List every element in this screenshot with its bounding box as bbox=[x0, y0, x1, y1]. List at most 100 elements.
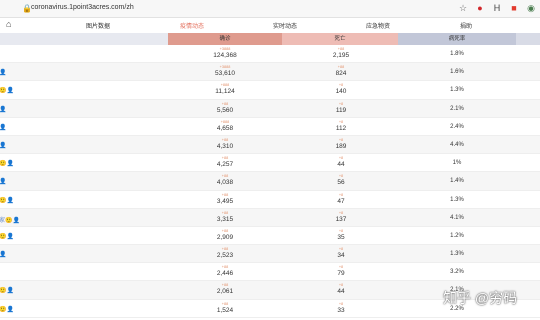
region-flag-icon: 🙂👤 bbox=[0, 197, 14, 204]
shield-icon[interactable]: ■ bbox=[509, 3, 519, 13]
region-flag-icon: 👤 bbox=[0, 70, 7, 77]
confirmed-value: 4,038 bbox=[216, 179, 234, 187]
tab-donate[interactable]: 捐助 bbox=[460, 21, 472, 30]
tab-epidemic-news[interactable]: 疫情动态 bbox=[180, 21, 204, 30]
fatality-rate-value: 1.6% bbox=[450, 69, 464, 76]
deaths-value: 33 bbox=[337, 306, 345, 314]
fatality-rate-value: 1.3% bbox=[450, 196, 464, 203]
confirmed-cell: +88 2,061 bbox=[180, 281, 270, 296]
confirmed-cell: +88 4,310 bbox=[180, 136, 270, 151]
tab-emergency-supplies[interactable]: 应急物资 bbox=[366, 21, 390, 30]
deaths-value: 56 bbox=[337, 179, 345, 187]
confirmed-cell: +888 11,124 bbox=[180, 81, 270, 96]
extension-icons: ☆ ● H ■ ◉ bbox=[458, 3, 536, 13]
star-icon[interactable]: ☆ bbox=[458, 3, 468, 13]
confirmed-header[interactable]: 确诊 bbox=[168, 33, 282, 45]
deaths-cell: +8 79 bbox=[296, 263, 386, 278]
top-nav: ⌂ 图片数据 疫情动态 实时动态 应急物资 捐助 bbox=[0, 18, 540, 31]
deaths-cell: +88 824 bbox=[296, 63, 386, 78]
confirmed-cell: +88 3,495 bbox=[180, 191, 270, 206]
fatality-rate-value: 2.1% bbox=[450, 105, 464, 112]
extension-icon[interactable]: H bbox=[492, 3, 502, 13]
home-icon[interactable]: ⌂ bbox=[6, 19, 11, 29]
region-flag-icon: 🙂👤 bbox=[0, 288, 14, 295]
confirmed-value: 3,495 bbox=[216, 197, 234, 205]
table-header: 确诊 死亡 病死率 bbox=[0, 33, 540, 45]
deaths-cell: +8 189 bbox=[296, 136, 386, 151]
deaths-value: 119 bbox=[335, 106, 347, 114]
region-flag-icon: 👤 bbox=[0, 179, 7, 186]
region-flag-icon: 🙂👤 bbox=[0, 88, 14, 95]
fatality-rate-value: 1.8% bbox=[450, 51, 464, 57]
confirmed-value: 2,523 bbox=[216, 252, 234, 260]
deaths-cell: +88 2,195 bbox=[296, 45, 386, 60]
tab-realtime-news[interactable]: 实时动态 bbox=[273, 21, 297, 30]
confirmed-cell: +3888 124,368 bbox=[180, 45, 270, 60]
table-row[interactable]: 🙂👤 +888 11,124 +8 140 1.3% bbox=[0, 81, 540, 100]
fatality-rate-value: 1.3% bbox=[450, 87, 464, 94]
table-row[interactable]: 🙂👤 +88 2,909 +8 35 1.2% bbox=[0, 227, 540, 246]
deaths-header[interactable]: 死亡 bbox=[282, 33, 398, 45]
address-bar[interactable]: 🔒 coronavirus.1point3acres.com/zh ☆ ● H … bbox=[0, 0, 540, 18]
confirmed-cell: +88 1,524 bbox=[180, 300, 270, 315]
table-row[interactable]: 👤 +88 4,310 +8 189 4.4% bbox=[0, 135, 540, 155]
confirmed-cell: +88 2,523 bbox=[180, 245, 270, 260]
confirmed-value: 3,315 bbox=[216, 215, 234, 223]
confirmed-cell: +88 4,038 bbox=[180, 172, 270, 187]
confirmed-cell: +88 2,446 bbox=[180, 263, 270, 278]
data-table: +3888 124,368 +88 2,195 1.8% 👤 +3888 53,610 +88 8… bbox=[0, 45, 540, 318]
fatality-rate-value: 4.1% bbox=[450, 214, 464, 221]
confirmed-value: 2,061 bbox=[216, 288, 234, 296]
deaths-value: 2,195 bbox=[332, 52, 350, 59]
pinterest-icon[interactable]: ● bbox=[475, 3, 485, 13]
fatality-rate-value: 3.2% bbox=[450, 269, 464, 276]
fatality-rate-value: 4.4% bbox=[450, 141, 464, 148]
extra-header bbox=[516, 33, 540, 45]
table-row[interactable]: 👤 +88 5,560 +8 119 2.1% bbox=[0, 99, 540, 118]
deaths-value: 44 bbox=[337, 288, 345, 296]
deaths-cell: +8 34 bbox=[296, 245, 386, 260]
region-flag-icon: 🙂👤 bbox=[0, 306, 14, 313]
deaths-cell: +8 44 bbox=[296, 154, 386, 169]
table-row[interactable]: +3888 124,368 +88 2,195 1.8% bbox=[0, 45, 540, 64]
confirmed-cell: +88 2,909 bbox=[180, 227, 270, 242]
table-row[interactable]: 👤 +88 4,038 +8 56 1.4% bbox=[0, 172, 540, 191]
table-row[interactable]: +88 2,446 +8 79 3.2% bbox=[0, 263, 540, 282]
deaths-value: 137 bbox=[335, 215, 347, 223]
confirmed-cell: +88 5,560 bbox=[180, 100, 270, 115]
table-row[interactable]: 👤 +888 4,658 +8 112 2.4% bbox=[0, 118, 540, 136]
confirmed-cell: +888 4,658 bbox=[180, 118, 270, 133]
table-row[interactable]: 👤 +3888 53,610 +88 824 1.6% bbox=[0, 63, 540, 82]
fatality-rate-value: 2.4% bbox=[450, 123, 464, 130]
deaths-value: 79 bbox=[337, 270, 345, 278]
confirmed-value: 5,560 bbox=[216, 106, 234, 114]
region-flag-icon: 👤 bbox=[0, 142, 7, 149]
region-flag-icon: 👤 bbox=[0, 252, 7, 259]
confirmed-cell: +88 3,315 bbox=[180, 209, 270, 224]
confirmed-value: 53,610 bbox=[215, 70, 235, 78]
confirmed-cell: +88 4,257 bbox=[180, 154, 270, 169]
confirmed-value: 124,368 bbox=[213, 52, 237, 59]
deaths-cell: +8 140 bbox=[296, 81, 386, 96]
confirmed-value: 2,446 bbox=[216, 270, 234, 278]
fatality-rate-value: 1.4% bbox=[450, 178, 464, 185]
table-row[interactable]: 👤 +88 2,523 +8 34 1.3% bbox=[0, 245, 540, 264]
deaths-cell: +8 44 bbox=[296, 281, 386, 296]
confirmed-value: 4,257 bbox=[216, 161, 234, 169]
deaths-value: 140 bbox=[335, 88, 347, 96]
chrome-icon[interactable]: ◉ bbox=[526, 3, 536, 13]
url-text[interactable]: coronavirus.1point3acres.com/zh bbox=[31, 4, 134, 11]
table-row[interactable]: 🙂👤 +88 3,495 +8 47 1.3% bbox=[0, 191, 540, 209]
table-row[interactable]: 🙂👤 +88 4,257 +8 44 1% bbox=[0, 154, 540, 173]
region-flag-icon: 🙂👤 bbox=[0, 161, 14, 168]
region-flag-icon: 家🙂👤 bbox=[0, 217, 20, 224]
watermark: 知乎 @穷码 bbox=[443, 290, 518, 306]
confirmed-value: 1,524 bbox=[216, 306, 234, 314]
table-row[interactable]: 家🙂👤 +88 3,315 +8 137 4.1% bbox=[0, 208, 540, 227]
deaths-cell: +8 56 bbox=[296, 172, 386, 187]
tab-image-data[interactable]: 图片数据 bbox=[86, 21, 110, 30]
fatality-rate-value: 1.2% bbox=[450, 232, 464, 239]
fatality-rate-header[interactable]: 病死率 bbox=[398, 33, 516, 45]
deaths-value: 34 bbox=[337, 252, 345, 260]
deaths-cell: +8 112 bbox=[296, 118, 386, 133]
